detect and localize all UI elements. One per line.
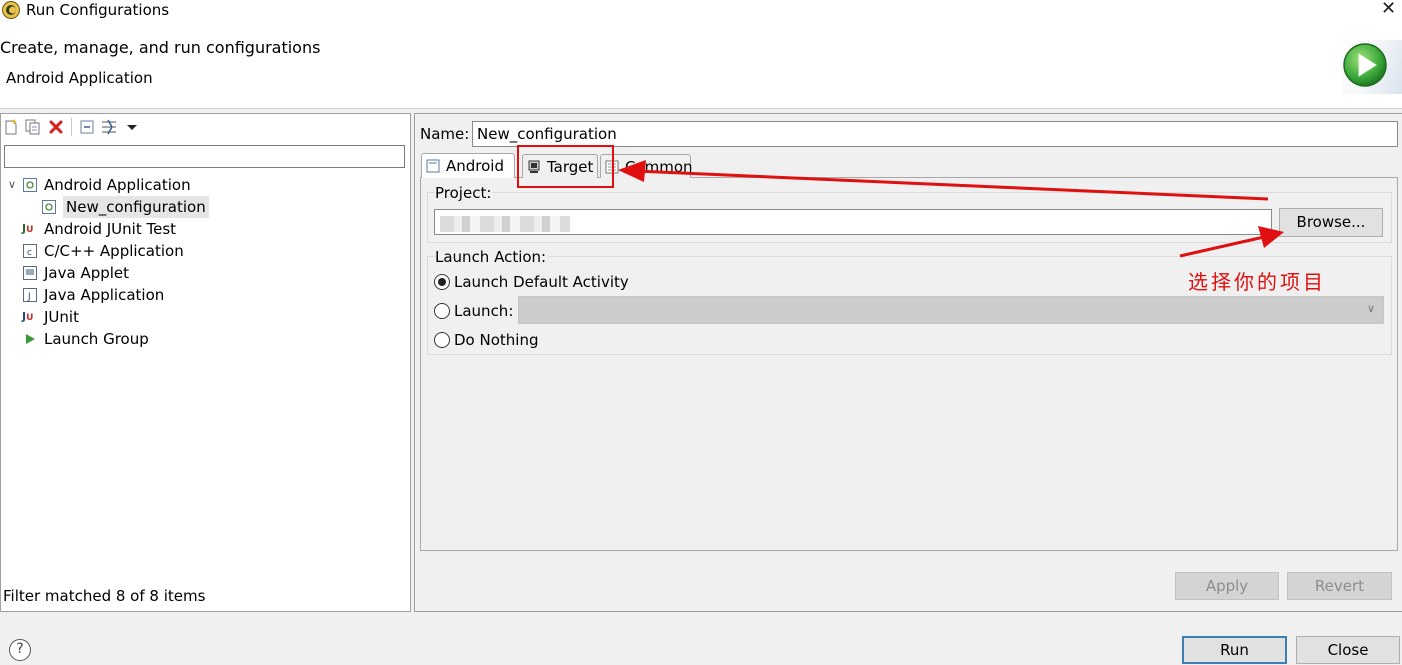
eclipse-app-icon — [2, 1, 20, 19]
launch-activity-select[interactable]: ∨ — [518, 296, 1384, 324]
option-launch[interactable]: Launch: — [434, 301, 513, 321]
title-bar — [0, 0, 1402, 22]
run-icon — [1343, 43, 1387, 87]
tree-item-java-applet[interactable]: Java Applet — [6, 262, 406, 284]
android-application-icon — [23, 178, 37, 192]
option-do-nothing[interactable]: Do Nothing — [434, 330, 538, 350]
header-separator — [0, 108, 1402, 109]
toolbar-separator — [71, 118, 72, 136]
cpp-application-icon: c — [23, 244, 37, 258]
tree-item-android-junit-test[interactable]: JU Android JUnit Test — [6, 218, 406, 240]
tab-label: Android — [446, 157, 504, 175]
filter-input[interactable] — [4, 145, 405, 168]
launch-action-label: Launch Action: — [435, 247, 549, 267]
configuration-tree: ∨ Android Application New_configuration … — [6, 174, 406, 350]
tree-item-label: Android JUnit Test — [44, 220, 177, 238]
run-button[interactable]: Run — [1182, 636, 1287, 664]
close-window-icon[interactable]: ✕ — [1381, 0, 1396, 19]
junit-icon: JU — [22, 310, 34, 323]
tree-item-java-application[interactable]: J Java Application — [6, 284, 406, 306]
collapse-all-icon[interactable] — [78, 118, 96, 136]
name-label: Name: — [420, 125, 470, 143]
tree-item-label: New_configuration — [63, 196, 209, 218]
tab-android[interactable]: Android — [421, 153, 515, 178]
tree-item-android-application[interactable]: ∨ Android Application — [6, 174, 406, 196]
tree-item-launch-group[interactable]: Launch Group — [6, 328, 406, 350]
chevron-down-icon: ∨ — [1366, 302, 1375, 315]
radio-button[interactable] — [434, 274, 450, 290]
android-configuration-icon — [42, 200, 56, 214]
tabstrip-line — [690, 177, 1398, 178]
close-button[interactable]: Close — [1296, 636, 1400, 664]
filter-status: Filter matched 8 of 8 items — [3, 587, 206, 605]
launch-group-icon — [26, 334, 35, 344]
option-label: Launch: — [454, 302, 514, 320]
filter-icon[interactable] — [100, 118, 118, 136]
header-subtitle: Android Application — [6, 69, 153, 87]
android-tab-icon — [426, 159, 440, 173]
annotation-highlight-box — [517, 145, 614, 188]
delete-icon[interactable] — [47, 118, 65, 136]
dropdown-icon[interactable] — [123, 118, 141, 136]
expand-chevron-icon[interactable]: ∨ — [6, 174, 18, 196]
svg-text:J: J — [27, 292, 31, 302]
java-applet-icon — [23, 266, 37, 280]
tree-item-junit[interactable]: JU JUnit — [6, 306, 406, 328]
name-input[interactable] — [472, 121, 1398, 147]
redacted-project-name — [440, 216, 570, 232]
tree-item-new-configuration[interactable]: New_configuration — [6, 196, 406, 218]
header-title: Create, manage, and run configurations — [0, 38, 321, 57]
tree-item-label: Android Application — [44, 176, 191, 194]
option-label: Launch Default Activity — [454, 273, 629, 291]
window-title: Run Configurations — [26, 1, 170, 19]
project-label: Project: — [435, 183, 494, 203]
radio-button[interactable] — [434, 332, 450, 348]
revert-button[interactable]: Revert — [1287, 572, 1392, 600]
duplicate-icon[interactable] — [24, 118, 42, 136]
option-launch-default-activity[interactable]: Launch Default Activity — [434, 272, 629, 292]
help-icon[interactable]: ? — [9, 639, 31, 661]
tree-item-cpp-application[interactable]: c C/C++ Application — [6, 240, 406, 262]
annotation-text: 选择你的项目 — [1188, 270, 1326, 294]
apply-button[interactable]: Apply — [1175, 572, 1279, 600]
svg-text:c: c — [27, 248, 32, 258]
tree-item-label: JUnit — [44, 308, 79, 326]
tree-item-label: Java Applet — [44, 264, 130, 282]
new-configuration-icon[interactable] — [2, 118, 20, 136]
radio-button[interactable] — [434, 303, 450, 319]
tree-item-label: Launch Group — [44, 330, 149, 348]
browse-button[interactable]: Browse... — [1279, 208, 1383, 237]
tab-label: Common — [625, 157, 693, 176]
junit-android-icon: JU — [22, 222, 34, 235]
tree-item-label: Java Application — [44, 286, 165, 304]
tree-item-label: C/C++ Application — [44, 242, 184, 260]
option-label: Do Nothing — [454, 331, 539, 349]
java-application-icon: J — [23, 288, 37, 302]
